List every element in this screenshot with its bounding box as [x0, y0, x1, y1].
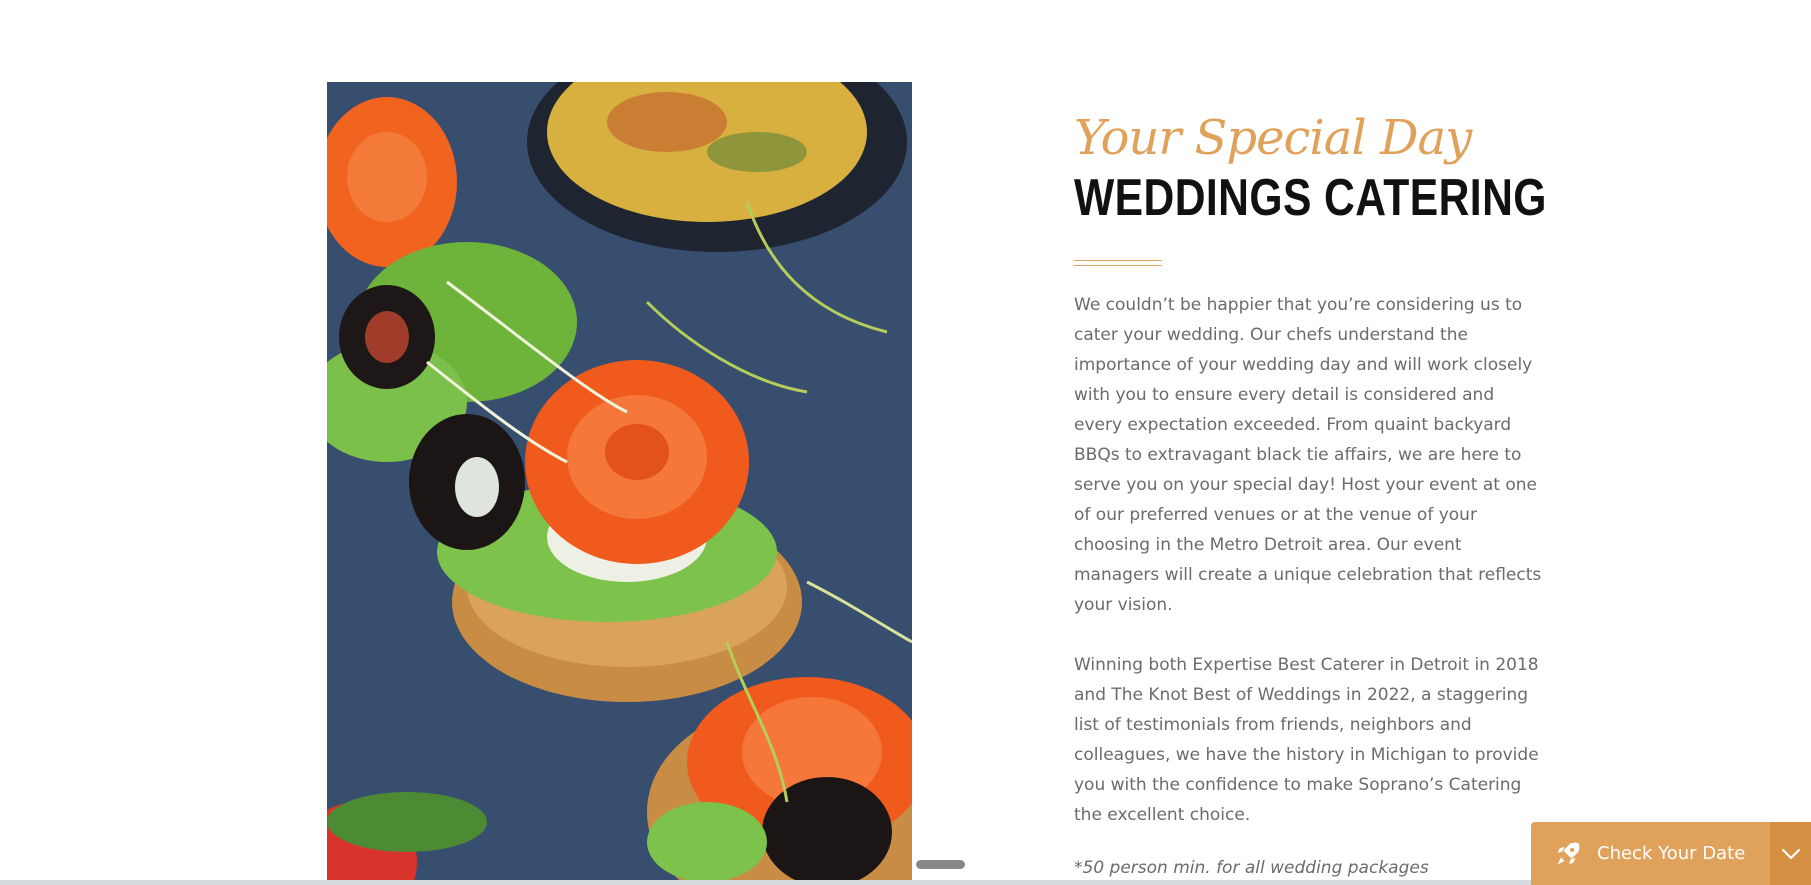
- heading-divider: [1074, 260, 1162, 266]
- awards-paragraph: Winning both Expertise Best Caterer in D…: [1074, 655, 1539, 825]
- cta-label: Check Your Date: [1597, 843, 1746, 864]
- carousel-handle[interactable]: [916, 860, 965, 869]
- chevron-down-icon[interactable]: [1770, 822, 1811, 885]
- section-heading: WEDDINGS CATERING: [1074, 169, 1547, 227]
- check-your-date-button[interactable]: Check Your Date: [1531, 822, 1811, 885]
- package-footnote: *50 person min. for all wedding packages: [1074, 858, 1429, 878]
- weddings-section: Your Special Day WEDDINGS CATERING We co…: [1074, 108, 1547, 878]
- intro-paragraph: We couldn’t be happier that you’re consi…: [1074, 295, 1542, 615]
- canape-image: [327, 82, 912, 881]
- catering-photo: [327, 82, 912, 881]
- section-script-title: Your Special Day: [1074, 110, 1472, 166]
- rocket-icon: [1551, 837, 1585, 871]
